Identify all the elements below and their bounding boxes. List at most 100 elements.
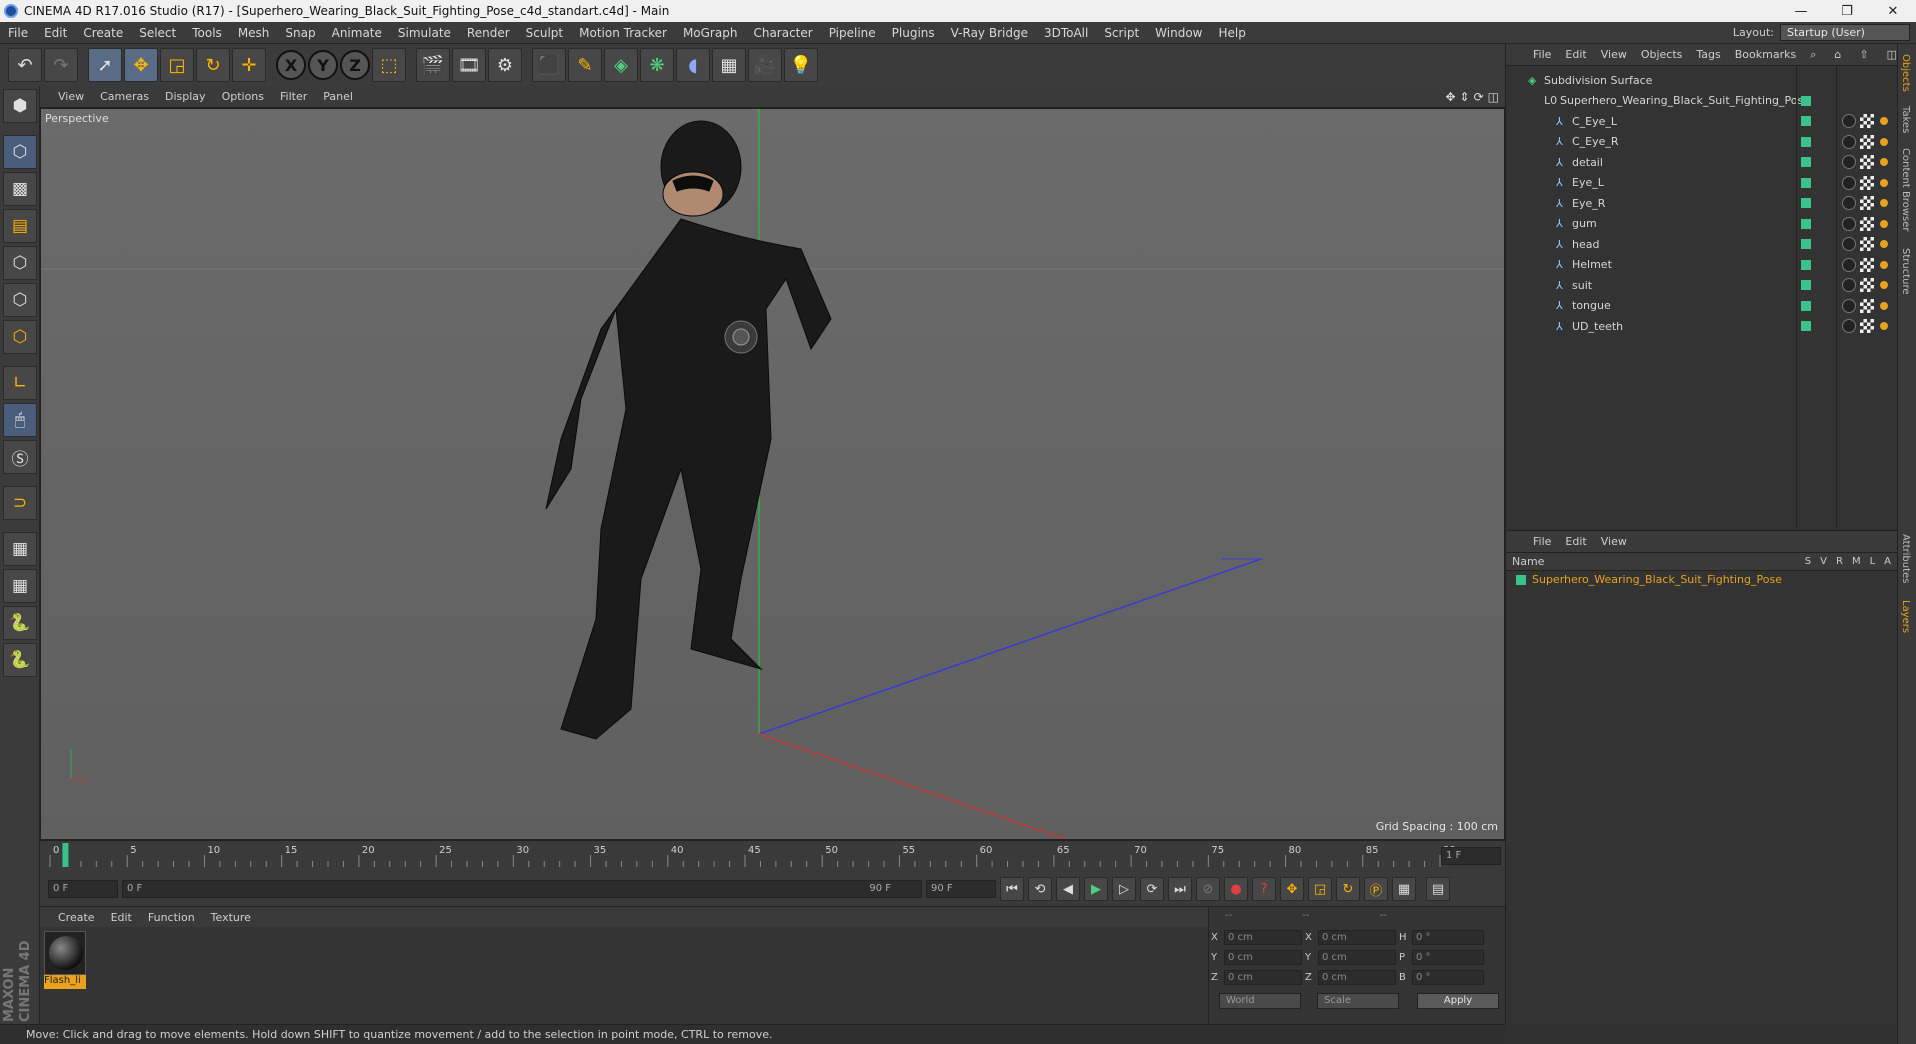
uvw-tag-icon[interactable] xyxy=(1860,237,1874,251)
menu-motion-tracker[interactable]: Motion Tracker xyxy=(571,26,675,40)
object-name[interactable]: Superhero_Wearing_Black_Suit_Fighting_Po… xyxy=(1560,94,1810,107)
pan-icon[interactable]: ✥ xyxy=(1445,90,1455,104)
autokey-icon[interactable]: ? xyxy=(1252,877,1276,901)
material-menu-edit[interactable]: Edit xyxy=(103,911,140,924)
texture-mode-icon[interactable]: ▩ xyxy=(3,172,37,206)
position-z-field[interactable]: 0 cm xyxy=(1224,969,1302,985)
menu-file[interactable]: File xyxy=(0,26,36,40)
om-menu-bookmarks[interactable]: Bookmarks xyxy=(1728,48,1803,61)
rotation-p-field[interactable]: 0 ° xyxy=(1412,949,1484,965)
undo-icon[interactable]: ↶ xyxy=(8,48,42,82)
layer-color-dot[interactable] xyxy=(1801,239,1811,249)
previous-key-icon[interactable]: ⟲ xyxy=(1028,877,1052,901)
material-tag-icon[interactable] xyxy=(1842,278,1856,292)
viewport-menu-filter[interactable]: Filter xyxy=(272,90,315,103)
toggle-view-icon[interactable]: ◫ xyxy=(1488,90,1499,104)
pen-spline-icon[interactable]: ✎ xyxy=(568,48,602,82)
polygons-mode-icon[interactable]: ⬡ xyxy=(3,320,37,354)
tweak-mode-icon[interactable]: 🖱 xyxy=(3,403,37,437)
object-name[interactable]: Eye_L xyxy=(1572,176,1604,189)
selection-tag-icon[interactable] xyxy=(1880,301,1888,310)
om-menu-edit[interactable]: Edit xyxy=(1558,48,1593,61)
magnet-icon[interactable]: ⊃ xyxy=(3,486,37,520)
size-x-field[interactable]: 0 cm xyxy=(1318,929,1396,945)
viewport-menu-view[interactable]: View xyxy=(50,90,92,103)
x-axis-lock-icon[interactable]: X xyxy=(276,50,306,80)
object-row[interactable]: ⅄ gum xyxy=(1506,214,1898,234)
rotate-tool-icon[interactable]: ↻ xyxy=(196,48,230,82)
axis-mode-icon[interactable]: ∟ xyxy=(3,366,37,400)
scale-select[interactable]: Scale xyxy=(1317,993,1399,1009)
make-editable-icon[interactable]: ⬢ xyxy=(3,89,37,123)
viewport-menu-display[interactable]: Display xyxy=(157,90,214,103)
timeline-ruler[interactable]: 051015202530354045505560657075808590 1 F xyxy=(40,840,1505,872)
selection-tag-icon[interactable] xyxy=(1880,240,1888,248)
viewport-menu-options[interactable]: Options xyxy=(214,90,272,103)
uvw-tag-icon[interactable] xyxy=(1860,278,1874,292)
viewport-menu-panel[interactable]: Panel xyxy=(315,90,361,103)
edit-render-settings-icon[interactable]: ⚙ xyxy=(488,48,522,82)
material-tag-icon[interactable] xyxy=(1842,257,1856,272)
search-icon[interactable]: ⌕ xyxy=(1803,48,1823,62)
menu-tools[interactable]: Tools xyxy=(184,26,230,40)
selection-tag-icon[interactable] xyxy=(1880,178,1888,187)
object-name[interactable]: C_Eye_R xyxy=(1572,135,1619,148)
scale-tool-icon[interactable]: ◲ xyxy=(160,48,194,82)
selection-tag-icon[interactable] xyxy=(1880,260,1888,269)
selection-tag-icon[interactable] xyxy=(1880,322,1888,330)
material-tag-icon[interactable] xyxy=(1842,216,1856,231)
uvw-tag-icon[interactable] xyxy=(1860,196,1874,210)
uvw-tag-icon[interactable] xyxy=(1860,155,1874,169)
world-select[interactable]: World xyxy=(1219,993,1301,1009)
layer-color-dot[interactable] xyxy=(1801,157,1811,167)
material-tag-icon[interactable] xyxy=(1842,155,1856,169)
key-rotation-icon[interactable]: ↻ xyxy=(1336,877,1360,901)
selection-tag-icon[interactable] xyxy=(1880,117,1888,125)
floor-icon[interactable]: ▦ xyxy=(712,48,746,82)
object-name[interactable]: UD_teeth xyxy=(1572,320,1623,333)
object-name[interactable]: C_Eye_L xyxy=(1572,115,1617,128)
material-tag-icon[interactable] xyxy=(1842,134,1856,149)
tab-attributes[interactable]: Attributes xyxy=(1900,534,1911,583)
go-to-start-icon[interactable]: ⏮ xyxy=(1000,877,1024,901)
material-menu-texture[interactable]: Texture xyxy=(203,911,259,924)
menu-3dtoall[interactable]: 3DToAll xyxy=(1036,26,1096,40)
record-active-icon[interactable]: ● xyxy=(1224,877,1248,901)
workplane-icon[interactable]: ▤ xyxy=(3,209,37,243)
object-row[interactable]: L0 Superhero_Wearing_Black_Suit_Fighting_… xyxy=(1506,91,1898,111)
cube-primitive-icon[interactable]: ⬛ xyxy=(532,48,566,82)
layer-color-dot[interactable] xyxy=(1801,116,1811,126)
uvw-tag-icon[interactable] xyxy=(1860,216,1874,231)
cloner-icon[interactable]: ❋ xyxy=(640,48,674,82)
redo-icon[interactable]: ↷ xyxy=(44,48,78,82)
home-icon[interactable]: ⌂ xyxy=(1827,48,1848,62)
y-axis-lock-icon[interactable]: Y xyxy=(308,50,338,80)
frame-range-slider[interactable]: 0 F 90 F xyxy=(122,880,922,898)
menu-create[interactable]: Create xyxy=(75,26,131,40)
current-frame-field[interactable]: 1 F xyxy=(1441,847,1501,865)
object-row[interactable]: ⅄ Eye_L xyxy=(1506,173,1898,193)
layer-color-dot[interactable] xyxy=(1801,300,1811,311)
python-generator-icon[interactable]: 🐍 xyxy=(3,643,37,677)
om-menu-objects[interactable]: Objects xyxy=(1634,48,1690,61)
python-script-icon[interactable]: 🐍 xyxy=(3,606,37,640)
zoom-icon[interactable]: ⇕ xyxy=(1460,90,1470,104)
rotation-h-field[interactable]: 0 ° xyxy=(1412,929,1484,945)
layer-row[interactable]: Superhero_Wearing_Black_Suit_Fighting_Po… xyxy=(1516,573,1782,586)
layer-name[interactable]: Superhero_Wearing_Black_Suit_Fighting_Po… xyxy=(1532,573,1782,586)
size-z-field[interactable]: 0 cm xyxy=(1318,969,1396,985)
lm-menu-file[interactable]: File xyxy=(1526,535,1558,548)
lm-menu-view[interactable]: View xyxy=(1594,535,1634,548)
object-row[interactable]: ⅄ C_Eye_R xyxy=(1506,132,1898,152)
minimize-button[interactable]: — xyxy=(1778,4,1824,19)
menu-render[interactable]: Render xyxy=(459,26,518,40)
menu-select[interactable]: Select xyxy=(131,26,184,40)
layer-color-dot[interactable] xyxy=(1801,198,1811,208)
snap-icon[interactable]: Ⓢ xyxy=(3,440,37,474)
object-row[interactable]: ⅄ Helmet xyxy=(1506,255,1898,275)
next-frame-icon[interactable]: ▷ xyxy=(1112,877,1136,901)
tab-layers[interactable]: Layers xyxy=(1900,600,1911,633)
layer-color-swatch[interactable] xyxy=(1516,574,1526,585)
position-y-field[interactable]: 0 cm xyxy=(1224,949,1302,965)
render-picture-viewer-icon[interactable]: 🎞 xyxy=(452,48,486,82)
